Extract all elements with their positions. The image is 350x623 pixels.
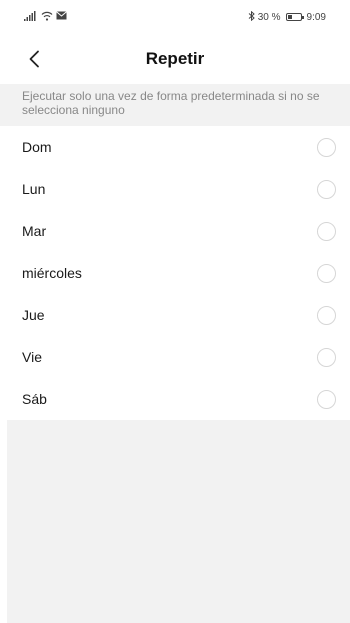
day-label: Mar	[22, 223, 47, 239]
battery-icon	[285, 13, 304, 21]
day-radio[interactable]	[317, 137, 336, 157]
day-item-dom[interactable]: Dom	[0, 126, 350, 168]
day-item-lun[interactable]: Lun	[0, 168, 350, 210]
day-label: Lun	[22, 181, 46, 197]
day-item-vie[interactable]: Vie	[0, 336, 350, 378]
status-right: 30 % 9:09	[248, 10, 326, 24]
battery-percentage: 30 %	[257, 11, 281, 23]
day-label: Dom	[22, 139, 52, 155]
bluetooth-icon	[248, 10, 255, 24]
day-label: Vie	[22, 349, 42, 365]
day-radio[interactable]	[317, 347, 336, 367]
day-radio[interactable]	[317, 221, 336, 241]
signal-icon	[24, 10, 38, 24]
chevron-left-icon	[29, 50, 39, 68]
status-bar: 30 % 9:09	[0, 0, 350, 34]
day-label: miércoles	[22, 265, 82, 281]
day-item-jue[interactable]: Jue	[0, 294, 350, 336]
mail-icon	[56, 11, 67, 23]
day-radio[interactable]	[317, 389, 336, 409]
wifi-icon	[41, 11, 53, 24]
day-item-sab[interactable]: Sáb	[0, 378, 350, 420]
day-label: Jue	[22, 307, 45, 323]
day-radio[interactable]	[317, 179, 336, 199]
day-label: Sáb	[22, 391, 47, 407]
day-radio[interactable]	[317, 305, 336, 325]
status-time: 9:09	[306, 11, 326, 23]
day-list: Dom Lun Mar miércoles Jue Vie Sáb	[0, 126, 350, 420]
back-button[interactable]	[20, 44, 48, 74]
hint-text: Ejecutar solo una vez de forma predeterm…	[0, 84, 350, 126]
status-left	[24, 10, 67, 24]
day-radio[interactable]	[317, 263, 336, 283]
empty-area	[7, 420, 350, 623]
day-item-mar[interactable]: Mar	[0, 210, 350, 252]
day-item-miercoles[interactable]: miércoles	[0, 252, 350, 294]
header: Repetir	[0, 34, 350, 84]
page-title: Repetir	[145, 49, 205, 68]
